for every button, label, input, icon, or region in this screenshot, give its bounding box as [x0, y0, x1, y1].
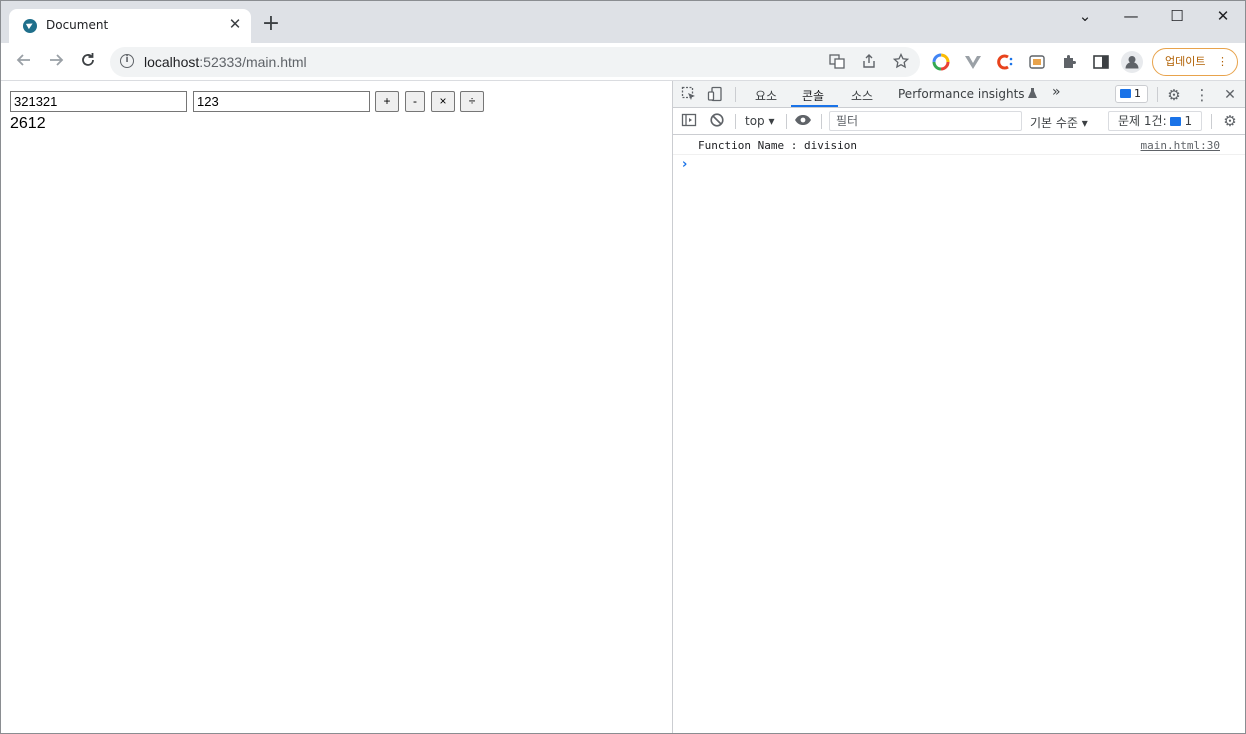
- tab-performance-label: Performance insights: [898, 87, 1025, 101]
- tab-document[interactable]: Document ✕: [9, 9, 251, 43]
- settings-gear-icon[interactable]: ⚙: [1165, 86, 1183, 104]
- color-extension-icon[interactable]: [932, 53, 950, 71]
- url-host: localhost: [144, 54, 200, 70]
- devtools-tabbar: 요소 콘솔 소스 Performance insights » 1 ⚙ ⋮ ✕: [673, 81, 1245, 108]
- kebab-menu-icon[interactable]: ⋮: [1193, 86, 1211, 104]
- update-button[interactable]: 업데이트 ⋮: [1152, 48, 1238, 76]
- more-tabs-icon[interactable]: »: [1052, 84, 1061, 100]
- clear-console-icon[interactable]: [708, 112, 726, 130]
- share-icon[interactable]: [860, 53, 878, 71]
- add-button[interactable]: +: [375, 91, 399, 112]
- log-source-link[interactable]: main.html:30: [1141, 139, 1220, 152]
- multiply-button[interactable]: ×: [431, 91, 455, 112]
- tab-sources[interactable]: 소스: [851, 87, 873, 104]
- browser-window: Document ✕ + ⌄ — ☐ ✕ i localhost:52333/m…: [0, 0, 1246, 734]
- more-menu-icon[interactable]: ⋮: [1217, 49, 1228, 75]
- issues-label: 문제 1건:: [1118, 114, 1167, 128]
- tab-elements[interactable]: 요소: [755, 87, 777, 104]
- number-input-b[interactable]: [193, 91, 370, 112]
- url-text[interactable]: localhost:52333/main.html: [144, 54, 307, 70]
- issues-badge-count: 1: [1134, 87, 1141, 100]
- toolbar-divider: [821, 114, 822, 129]
- flask-icon: [1028, 88, 1038, 98]
- close-window-button[interactable]: ✕: [1200, 1, 1245, 31]
- url-path: :52333/main.html: [199, 54, 307, 70]
- context-label: top: [745, 114, 765, 128]
- active-tab-indicator: [791, 105, 838, 107]
- toolbar-divider: [1157, 87, 1158, 102]
- extensions-puzzle-icon[interactable]: [1060, 53, 1078, 71]
- toolbar-divider: [735, 114, 736, 129]
- page-content: + - × ÷ 2612: [1, 81, 672, 733]
- divide-button[interactable]: ÷: [460, 91, 484, 112]
- message-flag-icon: [1120, 89, 1131, 98]
- number-input-a[interactable]: [10, 91, 187, 112]
- toolbar-divider: [786, 114, 787, 129]
- device-toolbar-icon[interactable]: [706, 86, 724, 104]
- new-tab-button[interactable]: +: [260, 13, 282, 35]
- bookmark-star-icon[interactable]: [892, 52, 910, 71]
- tab-title: Document: [46, 18, 109, 32]
- message-flag-icon: [1170, 117, 1182, 126]
- subtract-button[interactable]: -: [405, 91, 425, 112]
- reload-button[interactable]: [77, 51, 99, 73]
- tab-performance-insights[interactable]: Performance insights: [898, 87, 1038, 101]
- console-settings-gear-icon[interactable]: ⚙: [1221, 112, 1239, 130]
- devtools-panel: 요소 콘솔 소스 Performance insights » 1 ⚙ ⋮ ✕ …: [672, 81, 1245, 733]
- update-label: 업데이트: [1165, 55, 1206, 68]
- site-info-icon[interactable]: i: [120, 54, 134, 68]
- forward-button[interactable]: [45, 51, 67, 73]
- close-devtools-icon[interactable]: ✕: [1221, 86, 1239, 104]
- profile-avatar-icon[interactable]: [1121, 51, 1143, 73]
- sidebar-toggle-icon[interactable]: [680, 112, 698, 130]
- log-levels-dropdown[interactable]: 기본 수준 ▾: [1030, 114, 1088, 131]
- console-filterbar: top ▾ 필터 기본 수준 ▾ 문제 1건: 1 ⚙: [673, 108, 1245, 135]
- screenshot-extension-icon[interactable]: [1028, 53, 1046, 71]
- result-text: 2612: [10, 115, 46, 132]
- minimize-button[interactable]: —: [1108, 1, 1154, 31]
- context-selector[interactable]: top ▾: [745, 114, 775, 128]
- browser-toolbar: i localhost:52333/main.html 업데이트 ⋮: [1, 43, 1245, 81]
- tab-strip: Document ✕ + ⌄ — ☐ ✕: [1, 1, 1245, 43]
- maximize-button[interactable]: ☐: [1154, 1, 1200, 31]
- tab-close-icon[interactable]: ✕: [227, 16, 243, 32]
- issues-count: 1: [1184, 114, 1193, 128]
- favicon-icon: [23, 19, 37, 33]
- log-levels-label: 기본 수준: [1030, 116, 1078, 130]
- toolbar-divider: [735, 87, 736, 102]
- vue-extension-icon[interactable]: [964, 53, 982, 71]
- translate-icon[interactable]: [828, 53, 846, 71]
- console-filter-input[interactable]: 필터: [829, 111, 1022, 131]
- inspect-element-icon[interactable]: [680, 86, 698, 104]
- console-log-row: Function Name : division main.html:30: [673, 135, 1245, 155]
- back-button[interactable]: [13, 51, 35, 73]
- tab-console[interactable]: 콘솔: [802, 87, 824, 104]
- console-prompt-icon[interactable]: ›: [682, 157, 687, 172]
- toolbar-divider: [1211, 114, 1212, 129]
- issues-badge[interactable]: 1: [1115, 85, 1148, 103]
- address-bar[interactable]: i localhost:52333/main.html: [110, 47, 920, 77]
- c-extension-icon[interactable]: [996, 53, 1014, 71]
- live-expression-eye-icon[interactable]: [794, 112, 812, 130]
- issues-counter-button[interactable]: 문제 1건: 1: [1108, 111, 1202, 131]
- log-message: Function Name : division: [698, 139, 857, 152]
- tab-search-icon[interactable]: ⌄: [1062, 1, 1108, 31]
- side-panel-icon[interactable]: [1092, 53, 1110, 71]
